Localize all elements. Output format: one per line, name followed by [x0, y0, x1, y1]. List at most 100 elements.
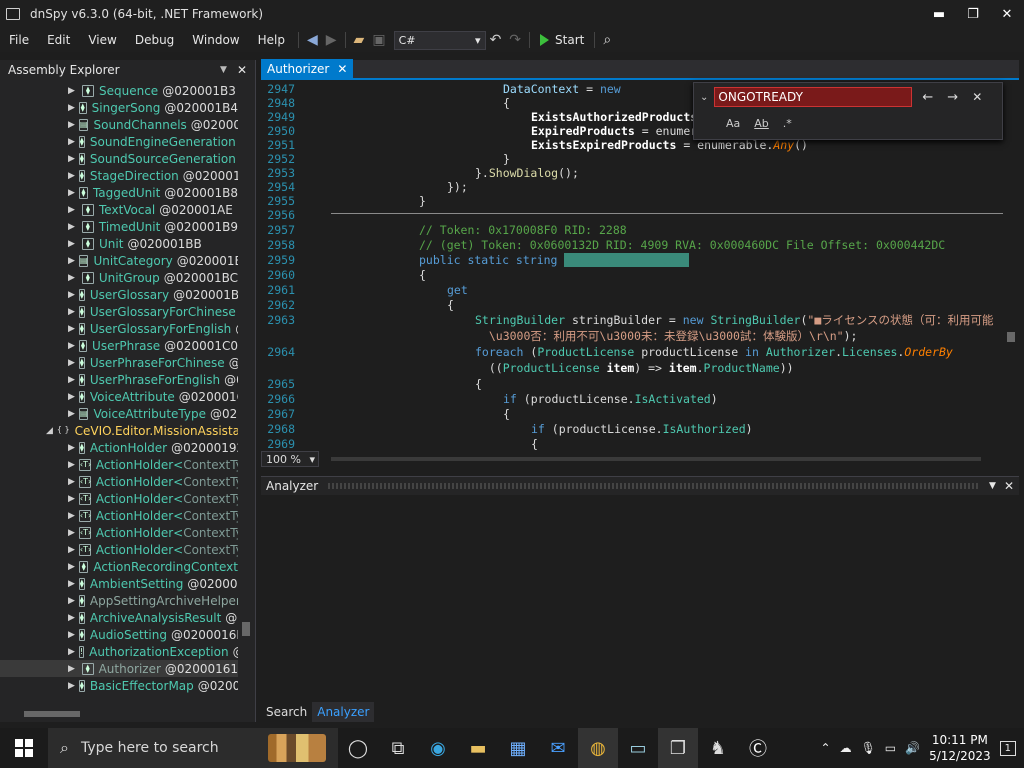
tree-horizontal-scrollbar[interactable]: [0, 708, 238, 720]
expand-icon[interactable]: ▶: [68, 358, 75, 368]
tab-analyzer[interactable]: Analyzer: [312, 702, 375, 722]
clock[interactable]: 10:11 PM 5/12/2023: [929, 732, 991, 764]
code-line[interactable]: 2965 {: [261, 377, 1009, 392]
panel-menu-icon[interactable]: ▼: [220, 65, 227, 75]
expand-icon[interactable]: ▶: [68, 443, 75, 453]
microphone-icon[interactable]: 🎙: [861, 741, 876, 755]
code-line[interactable]: 2951 ExistsExpiredProducts = enumerable.A…: [261, 138, 1009, 152]
zoom-select[interactable]: 100 % ▾: [261, 451, 319, 467]
notifications-icon[interactable]: 1: [999, 740, 1016, 756]
assembly-tree[interactable]: ▶ ⧫ Sequence @020001B3 ▶ ⧫ SingerSong @020001B4…: [0, 82, 238, 704]
remote-desktop-icon[interactable]: ▭: [618, 728, 658, 768]
code-line[interactable]: 2953}.ShowDialog();: [261, 166, 1009, 180]
tree-item[interactable]: ▶⧫SoundEngineGeneration@: [0, 133, 238, 150]
tree-item[interactable]: ▶⧫ UserGlossary@020001BD: [0, 286, 238, 303]
close-icon[interactable]: ✕: [237, 63, 247, 77]
expand-icon[interactable]: ▶: [68, 613, 75, 623]
tree-item[interactable]: ▶! AuthorizationException @: [0, 643, 238, 660]
minimize-button[interactable]: ▬: [922, 7, 956, 22]
tree-item[interactable]: ▶‹T›ActionHolder<ContextTyp: [0, 541, 238, 558]
tab-search[interactable]: Search: [261, 702, 312, 722]
start-windows-icon[interactable]: [0, 728, 48, 768]
file-explorer-icon[interactable]: ▬: [458, 728, 498, 768]
panel-menu-icon[interactable]: ▼: [989, 481, 996, 491]
expand-icon[interactable]: ▶: [68, 562, 75, 572]
tree-item[interactable]: ▶‹T›ActionHolder<ContextTyp: [0, 507, 238, 524]
expand-icon[interactable]: ▶: [68, 647, 75, 657]
maximize-button[interactable]: ❐: [956, 7, 990, 22]
code-line[interactable]: \u3000否：利用不可\u3000未：未登録\u3000試：体験版）\r\n"…: [261, 329, 1009, 345]
tree-item[interactable]: ▶‹T›ActionHolder<ContextTyp: [0, 473, 238, 490]
whole-word-toggle[interactable]: Ab: [754, 117, 769, 130]
tree-item[interactable]: ▶ ⧫ TimedUnit @020001B9: [0, 218, 238, 235]
expand-icon[interactable]: ▶: [68, 664, 78, 674]
code-line[interactable]: 2955}: [261, 194, 1009, 208]
expand-icon[interactable]: ▶: [68, 392, 75, 402]
close-icon[interactable]: ✕: [968, 90, 986, 104]
close-button[interactable]: ✕: [990, 7, 1024, 22]
code-line[interactable]: 2966 if (productLicense.IsActivated): [261, 392, 1009, 407]
tree-item[interactable]: ▶ ⧫ Unit @020001BB: [0, 235, 238, 252]
tree-item[interactable]: ▶⧫ StageDirection@020001B: [0, 167, 238, 184]
tree-item[interactable]: ▶ ⧫ TextVocal @020001AE: [0, 201, 238, 218]
tree-item[interactable]: ▶⧫ AmbientSetting@0200016: [0, 575, 238, 592]
tree-item[interactable]: ▶⧫ UserGlossaryForEnglish@: [0, 320, 238, 337]
cortana-icon[interactable]: ◯: [338, 728, 378, 768]
editor-vertical-scrollbar[interactable]: [1005, 82, 1017, 450]
tree-item[interactable]: ▶⧫UserGlossaryForChinese@: [0, 303, 238, 320]
expand-icon[interactable]: ▶: [68, 171, 75, 181]
menu-file[interactable]: File: [0, 33, 38, 47]
edge-icon[interactable]: ◉: [418, 728, 458, 768]
expand-icon[interactable]: ▶: [68, 630, 75, 640]
taskbar-search[interactable]: ⌕ Type here to search: [48, 728, 338, 768]
expand-icon[interactable]: ▶: [68, 137, 75, 147]
tree-item[interactable]: ▶ ⧫ AudioSetting @0200016E: [0, 626, 238, 643]
expand-icon[interactable]: ▶: [68, 273, 78, 283]
code-line[interactable]: 2963 StringBuilder stringBuilder = new St…: [261, 313, 1009, 329]
app-c-icon[interactable]: Ⓒ: [738, 728, 778, 768]
code-line[interactable]: 2968 if (productLicense.IsAuthorized): [261, 422, 1009, 437]
volume-icon[interactable]: 🔊: [905, 741, 920, 755]
expand-icon[interactable]: ▶: [68, 205, 78, 215]
task-view-icon[interactable]: ⧉: [378, 728, 418, 768]
expand-icon[interactable]: ▶: [68, 256, 75, 266]
tree-item[interactable]: ▶‹T›ActionHolder<ContextTyp: [0, 456, 238, 473]
save-icon[interactable]: ▣: [368, 32, 389, 48]
toggle-replace-icon[interactable]: ⌄: [700, 92, 708, 103]
code-line[interactable]: 2959 public static string LicenseStatusTe…: [261, 253, 1009, 268]
tree-item[interactable]: ▶ ⧫ Authorizer @02000161: [0, 660, 238, 677]
editor-horizontal-scrollbar[interactable]: [327, 455, 1007, 463]
close-icon[interactable]: ✕: [1004, 479, 1014, 493]
code-line[interactable]: 2967 {: [261, 407, 1009, 422]
tree-item[interactable]: ▶⧫ ArchiveAnalysisResult@0: [0, 609, 238, 626]
expand-icon[interactable]: ▶: [68, 324, 75, 334]
navigate-forward-icon[interactable]: ▶: [322, 32, 341, 48]
expand-icon[interactable]: ▶: [68, 290, 75, 300]
tree-item[interactable]: ▶ ⧫ ActionHolder @02000192: [0, 439, 238, 456]
tree-item[interactable]: ▶‹T›ActionHolder<ContextTyp: [0, 524, 238, 541]
menu-edit[interactable]: Edit: [38, 33, 79, 47]
language-select[interactable]: C# ▾: [393, 30, 486, 50]
expand-icon[interactable]: ▶: [68, 477, 75, 487]
redo-icon[interactable]: ↷: [505, 32, 525, 48]
store-icon[interactable]: ▦: [498, 728, 538, 768]
code-line[interactable]: 2961 get: [261, 283, 1009, 298]
expand-icon[interactable]: ▶: [68, 596, 75, 606]
mail-icon[interactable]: ✉: [538, 728, 578, 768]
expand-icon[interactable]: ▶: [68, 494, 75, 504]
tree-item[interactable]: ▶ ⧫ AppSettingArchiveHelper: [0, 592, 238, 609]
panel-drag-grip[interactable]: [328, 483, 980, 489]
expand-icon[interactable]: ▶: [68, 307, 75, 317]
start-debug-button[interactable]: Start: [534, 33, 590, 47]
expand-icon[interactable]: ▶: [68, 375, 75, 385]
tree-item[interactable]: ▶ ⧫ TaggedUnit @020001B8: [0, 184, 238, 201]
tree-item[interactable]: ▶⧫ BasicEffectorMap@02000: [0, 677, 238, 694]
menu-view[interactable]: View: [79, 33, 125, 47]
search-icon[interactable]: ⌕: [599, 32, 615, 48]
cevio-icon[interactable]: ♞: [698, 728, 738, 768]
code-line[interactable]: 2952}: [261, 152, 1009, 166]
collapse-icon[interactable]: ◢: [46, 426, 53, 436]
open-folder-icon[interactable]: ▰: [350, 32, 369, 48]
onedrive-icon[interactable]: ☁: [840, 741, 852, 755]
expand-icon[interactable]: ▶: [68, 681, 75, 691]
